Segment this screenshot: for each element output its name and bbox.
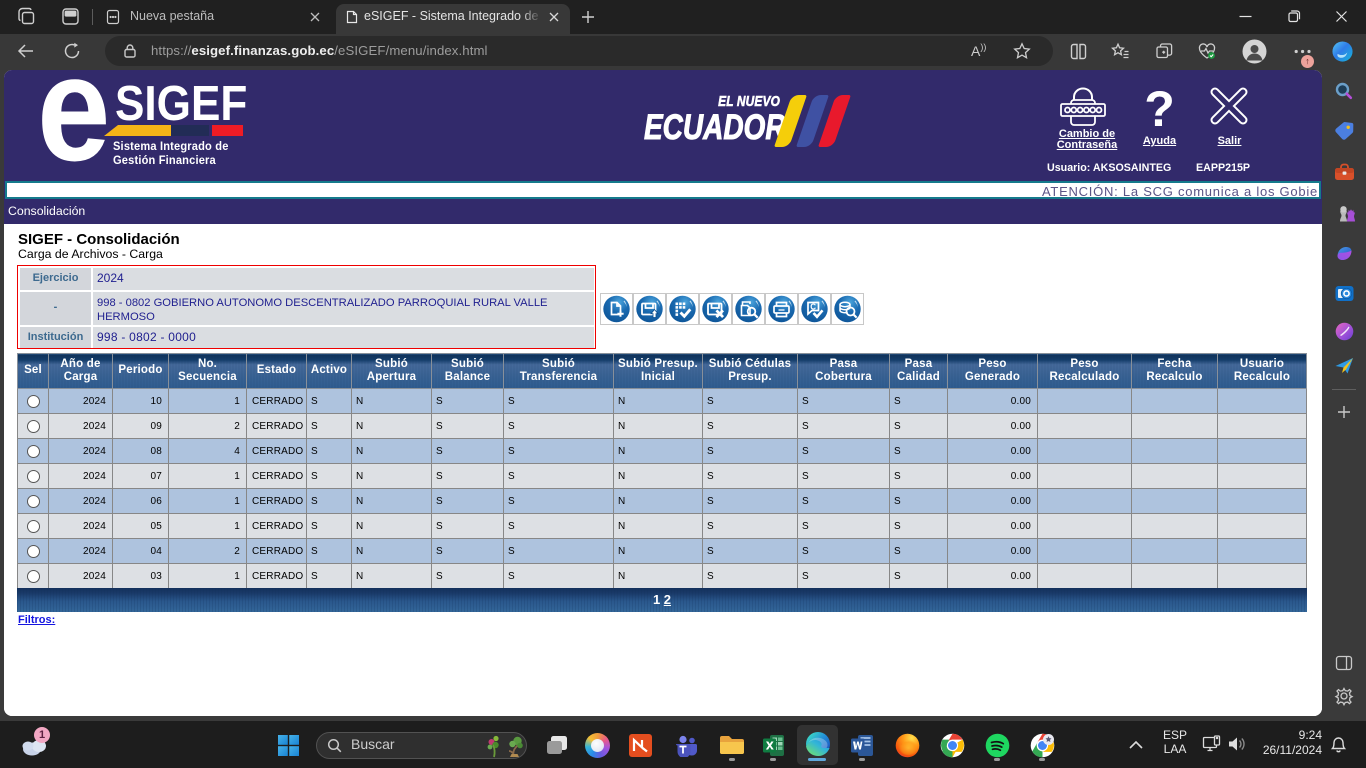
svg-text:C: C: [810, 303, 816, 312]
